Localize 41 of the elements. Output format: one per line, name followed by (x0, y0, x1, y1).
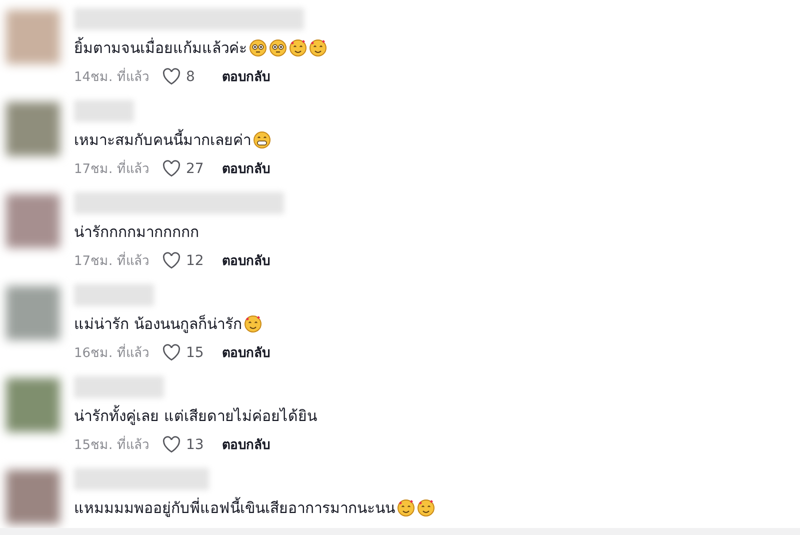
heart-eyes-face-icon (289, 39, 307, 57)
heart-eyes-face-icon (417, 499, 435, 517)
comment-text: เหมาะสมกับคนนี้มากเลยค่า (74, 128, 251, 151)
flushed-face-icon (269, 39, 287, 57)
heart-eyes-face-icon (397, 499, 415, 517)
reply-button[interactable]: ตอบกลับ (222, 66, 270, 87)
like-count: 13 (186, 436, 204, 452)
like-count: 8 (186, 68, 195, 84)
blurred-username (74, 100, 134, 122)
comment-time: 14ชม. ที่แล้ว (74, 66, 162, 87)
reply-button[interactable]: ตอบกลับ (222, 434, 270, 455)
comment-text: แม่น่ารัก น้องนนกูลก็น่ารัก (74, 314, 242, 335)
avatar[interactable] (6, 286, 60, 340)
avatar[interactable] (6, 378, 60, 432)
heart-icon[interactable] (162, 160, 181, 177)
grinning-face-icon (253, 131, 271, 149)
comment-time: 17ชม. ที่แล้ว (74, 250, 162, 271)
heart-icon[interactable] (162, 344, 181, 361)
avatar[interactable] (6, 10, 60, 64)
comment-time: 15ชม. ที่แล้ว (74, 434, 162, 455)
reply-button[interactable]: ตอบกลับ (222, 158, 270, 179)
reply-button[interactable]: ตอบกลับ (222, 342, 270, 363)
heart-eyes-face-icon (309, 39, 327, 57)
comment-time: 17ชม. ที่แล้ว (74, 158, 162, 179)
avatar[interactable] (6, 194, 60, 248)
heart-eyes-face-icon (244, 315, 262, 333)
like-count: 12 (186, 252, 204, 268)
heart-icon[interactable] (162, 252, 181, 269)
heart-icon[interactable] (162, 68, 181, 85)
flushed-face-icon (249, 39, 267, 57)
comment-text: แหมมมมพออยู่กับพี่แอฟนี้เขินเสียอาการมากนะนน (74, 496, 395, 519)
avatar[interactable] (6, 470, 60, 524)
like-count: 15 (186, 344, 204, 360)
like-count: 27 (186, 160, 204, 176)
heart-icon[interactable] (162, 436, 181, 453)
comment-text: น่ารักทั้งคู่เลย แต่เสียดายไม่ค่อยได้ยิน (74, 404, 317, 427)
comment-time: 16ชม. ที่แล้ว (74, 342, 162, 363)
avatar[interactable] (6, 102, 60, 156)
reply-button[interactable]: ตอบกลับ (222, 250, 270, 271)
comment-text: ยิ้มตามจนเมื่อยแก้มแล้วค่ะ (74, 36, 247, 59)
comment-text: น่ารักกกกมากกกกก (74, 222, 199, 243)
